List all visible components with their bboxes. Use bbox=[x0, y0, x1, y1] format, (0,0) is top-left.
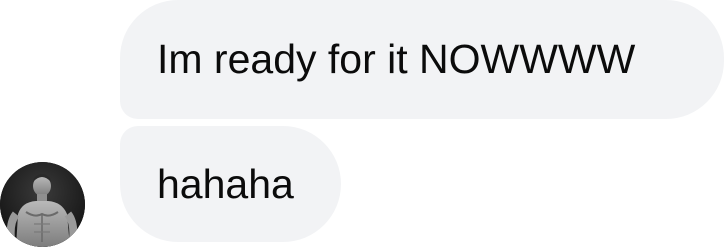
message-text: hahaha bbox=[157, 160, 294, 207]
message-bubble[interactable]: Im ready for it NOWWWW bbox=[120, 0, 724, 119]
avatar-photo-icon bbox=[0, 162, 85, 247]
sender-avatar[interactable] bbox=[0, 162, 85, 247]
message-bubble[interactable]: hahaha bbox=[120, 126, 341, 242]
message-thread: Im ready for it NOWWWW hahaha bbox=[0, 0, 726, 247]
message-text: Im ready for it NOWWWW bbox=[157, 36, 636, 82]
